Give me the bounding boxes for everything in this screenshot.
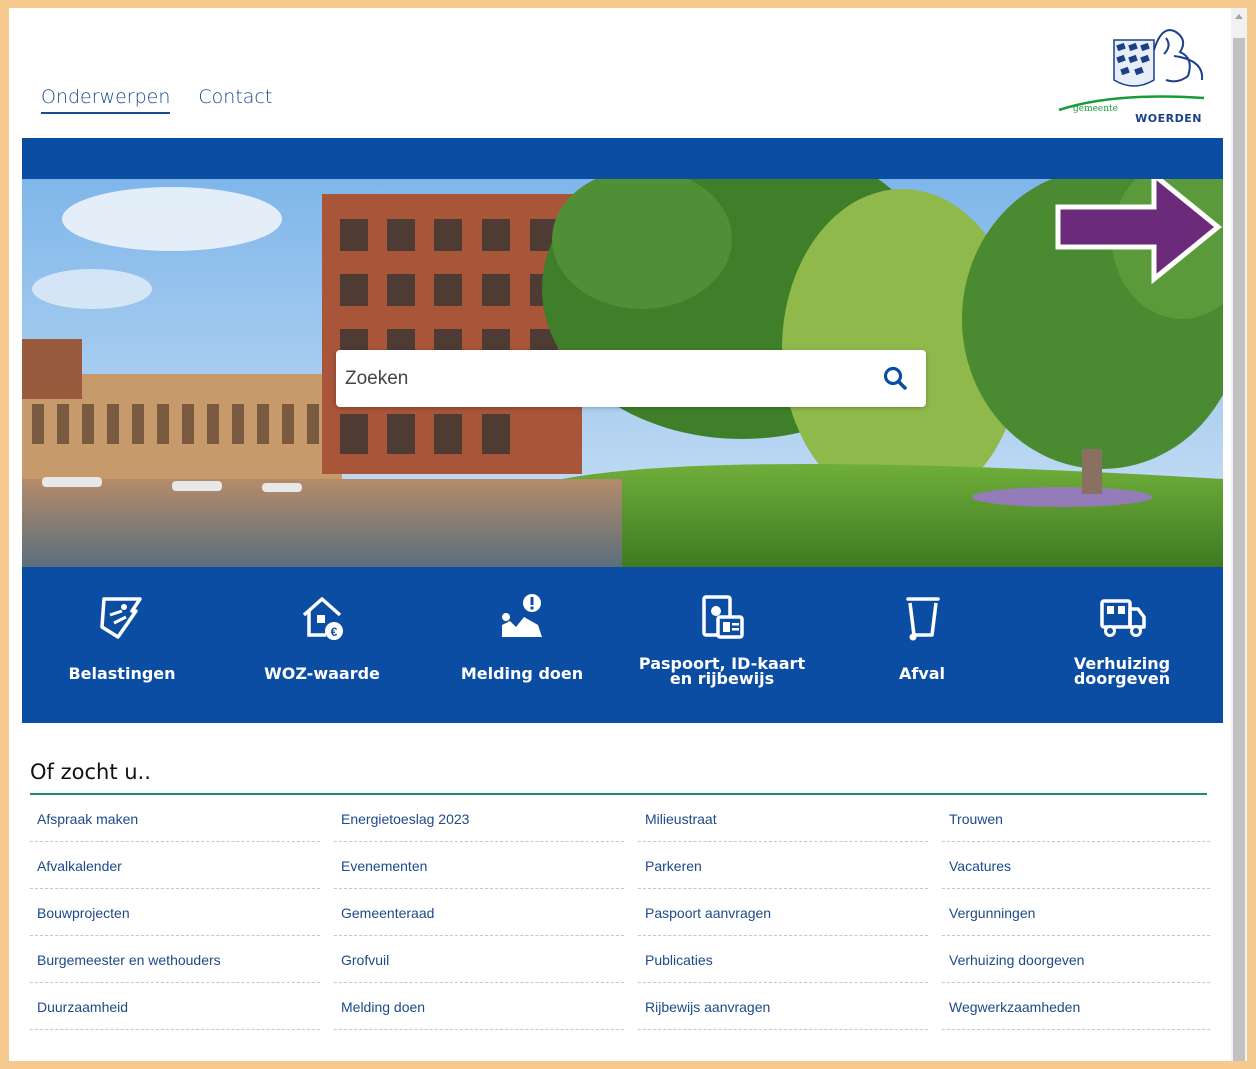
quick-link-label: Verhuizing doorgeven <box>1022 656 1222 688</box>
related-link[interactable]: Publicaties <box>638 936 928 983</box>
site-header: Onderwerpen Contact gemeente WOERDEN <box>22 8 1222 138</box>
search-input[interactable] <box>336 350 866 407</box>
related-link[interactable]: Paspoort aanvragen <box>638 889 928 936</box>
annotation-arrow-icon <box>1055 179 1222 285</box>
browser-viewport: Onderwerpen Contact gemeente WOERDEN Zoe… <box>9 8 1247 1061</box>
vertical-scrollbar[interactable] <box>1231 8 1247 1061</box>
quick-link-belastingen[interactable]: Belastingen <box>22 567 222 723</box>
related-link[interactable]: Bouwprojecten <box>30 889 320 936</box>
quick-link-label-line2: en rijbewijs <box>669 669 775 688</box>
related-link[interactable]: Vacatures <box>942 842 1210 889</box>
nav-contact[interactable]: Contact <box>198 86 272 114</box>
main-nav: Onderwerpen Contact <box>41 86 272 114</box>
quick-link-afval[interactable]: Afval <box>822 567 1022 723</box>
related-link[interactable]: Milieustraat <box>638 795 928 842</box>
related-column: Afspraak maken Afvalkalender Bouwproject… <box>30 795 320 1030</box>
related-links-grid: Afspraak maken Afvalkalender Bouwproject… <box>30 795 1210 1030</box>
quick-link-melding-doen[interactable]: Melding doen <box>422 567 622 723</box>
tax-receipt-icon <box>100 597 142 639</box>
report-issue-icon <box>502 594 542 637</box>
related-link[interactable]: Duurzaamheid <box>30 983 320 1030</box>
related-link[interactable]: Energietoeslag 2023 <box>334 795 624 842</box>
related-column: Energietoeslag 2023 Evenementen Gemeente… <box>334 795 624 1030</box>
gemeente-woerden-logo[interactable]: gemeente WOERDEN <box>1054 20 1214 125</box>
related-link[interactable]: Parkeren <box>638 842 928 889</box>
search-box <box>336 350 926 407</box>
related-link[interactable]: Afvalkalender <box>30 842 320 889</box>
quick-link-label: Paspoort, ID-kaart en rijbewijs <box>622 656 822 688</box>
header-band <box>22 138 1223 179</box>
search-icon[interactable] <box>882 365 908 391</box>
related-link[interactable]: Afspraak maken <box>30 795 320 842</box>
related-column: Milieustraat Parkeren Paspoort aanvragen… <box>638 795 928 1030</box>
moving-truck-icon <box>1100 599 1146 637</box>
quick-link-verhuizing[interactable]: Verhuizing doorgeven <box>1022 567 1222 723</box>
quick-link-label: Melding doen <box>460 664 584 683</box>
related-title: Of zocht u.. <box>30 760 151 784</box>
quick-link-label: Afval <box>898 664 946 683</box>
scroll-up-icon[interactable] <box>1235 14 1243 19</box>
quick-link-woz-waarde[interactable]: € WOZ-waarde <box>222 567 422 723</box>
related-link[interactable]: Verhuizing doorgeven <box>942 936 1210 983</box>
nav-onderwerpen[interactable]: Onderwerpen <box>41 86 171 114</box>
quick-link-label: WOZ-waarde <box>264 664 380 683</box>
waste-bin-icon <box>906 597 940 641</box>
related-link[interactable]: Gemeenteraad <box>334 889 624 936</box>
house-euro-icon: € <box>302 597 343 640</box>
svg-text:€: € <box>331 625 338 639</box>
related-link[interactable]: Melding doen <box>334 983 624 1030</box>
quick-links-bar: Belastingen € WOZ-waarde Melding doen Pa… <box>22 567 1223 723</box>
related-link[interactable]: Evenementen <box>334 842 624 889</box>
logo-line1: gemeente <box>1072 104 1118 114</box>
related-link[interactable]: Burgemeester en wethouders <box>30 936 320 983</box>
related-link[interactable]: Trouwen <box>942 795 1210 842</box>
quick-link-label-line2: doorgeven <box>1073 669 1171 688</box>
id-card-icon <box>702 595 744 639</box>
related-link[interactable]: Vergunningen <box>942 889 1210 936</box>
related-column: Trouwen Vacatures Vergunningen Verhuizin… <box>942 795 1210 1030</box>
related-link[interactable]: Rijbewijs aanvragen <box>638 983 928 1030</box>
related-link[interactable]: Wegwerkzaamheden <box>942 983 1210 1030</box>
quick-link-paspoort[interactable]: Paspoort, ID-kaart en rijbewijs <box>622 567 822 723</box>
related-link[interactable]: Grofvuil <box>334 936 624 983</box>
scrollbar-thumb[interactable] <box>1233 38 1245 1061</box>
hero-image <box>22 179 1223 567</box>
quick-link-label: Belastingen <box>68 664 176 683</box>
logo-line2: WOERDEN <box>1135 112 1202 125</box>
